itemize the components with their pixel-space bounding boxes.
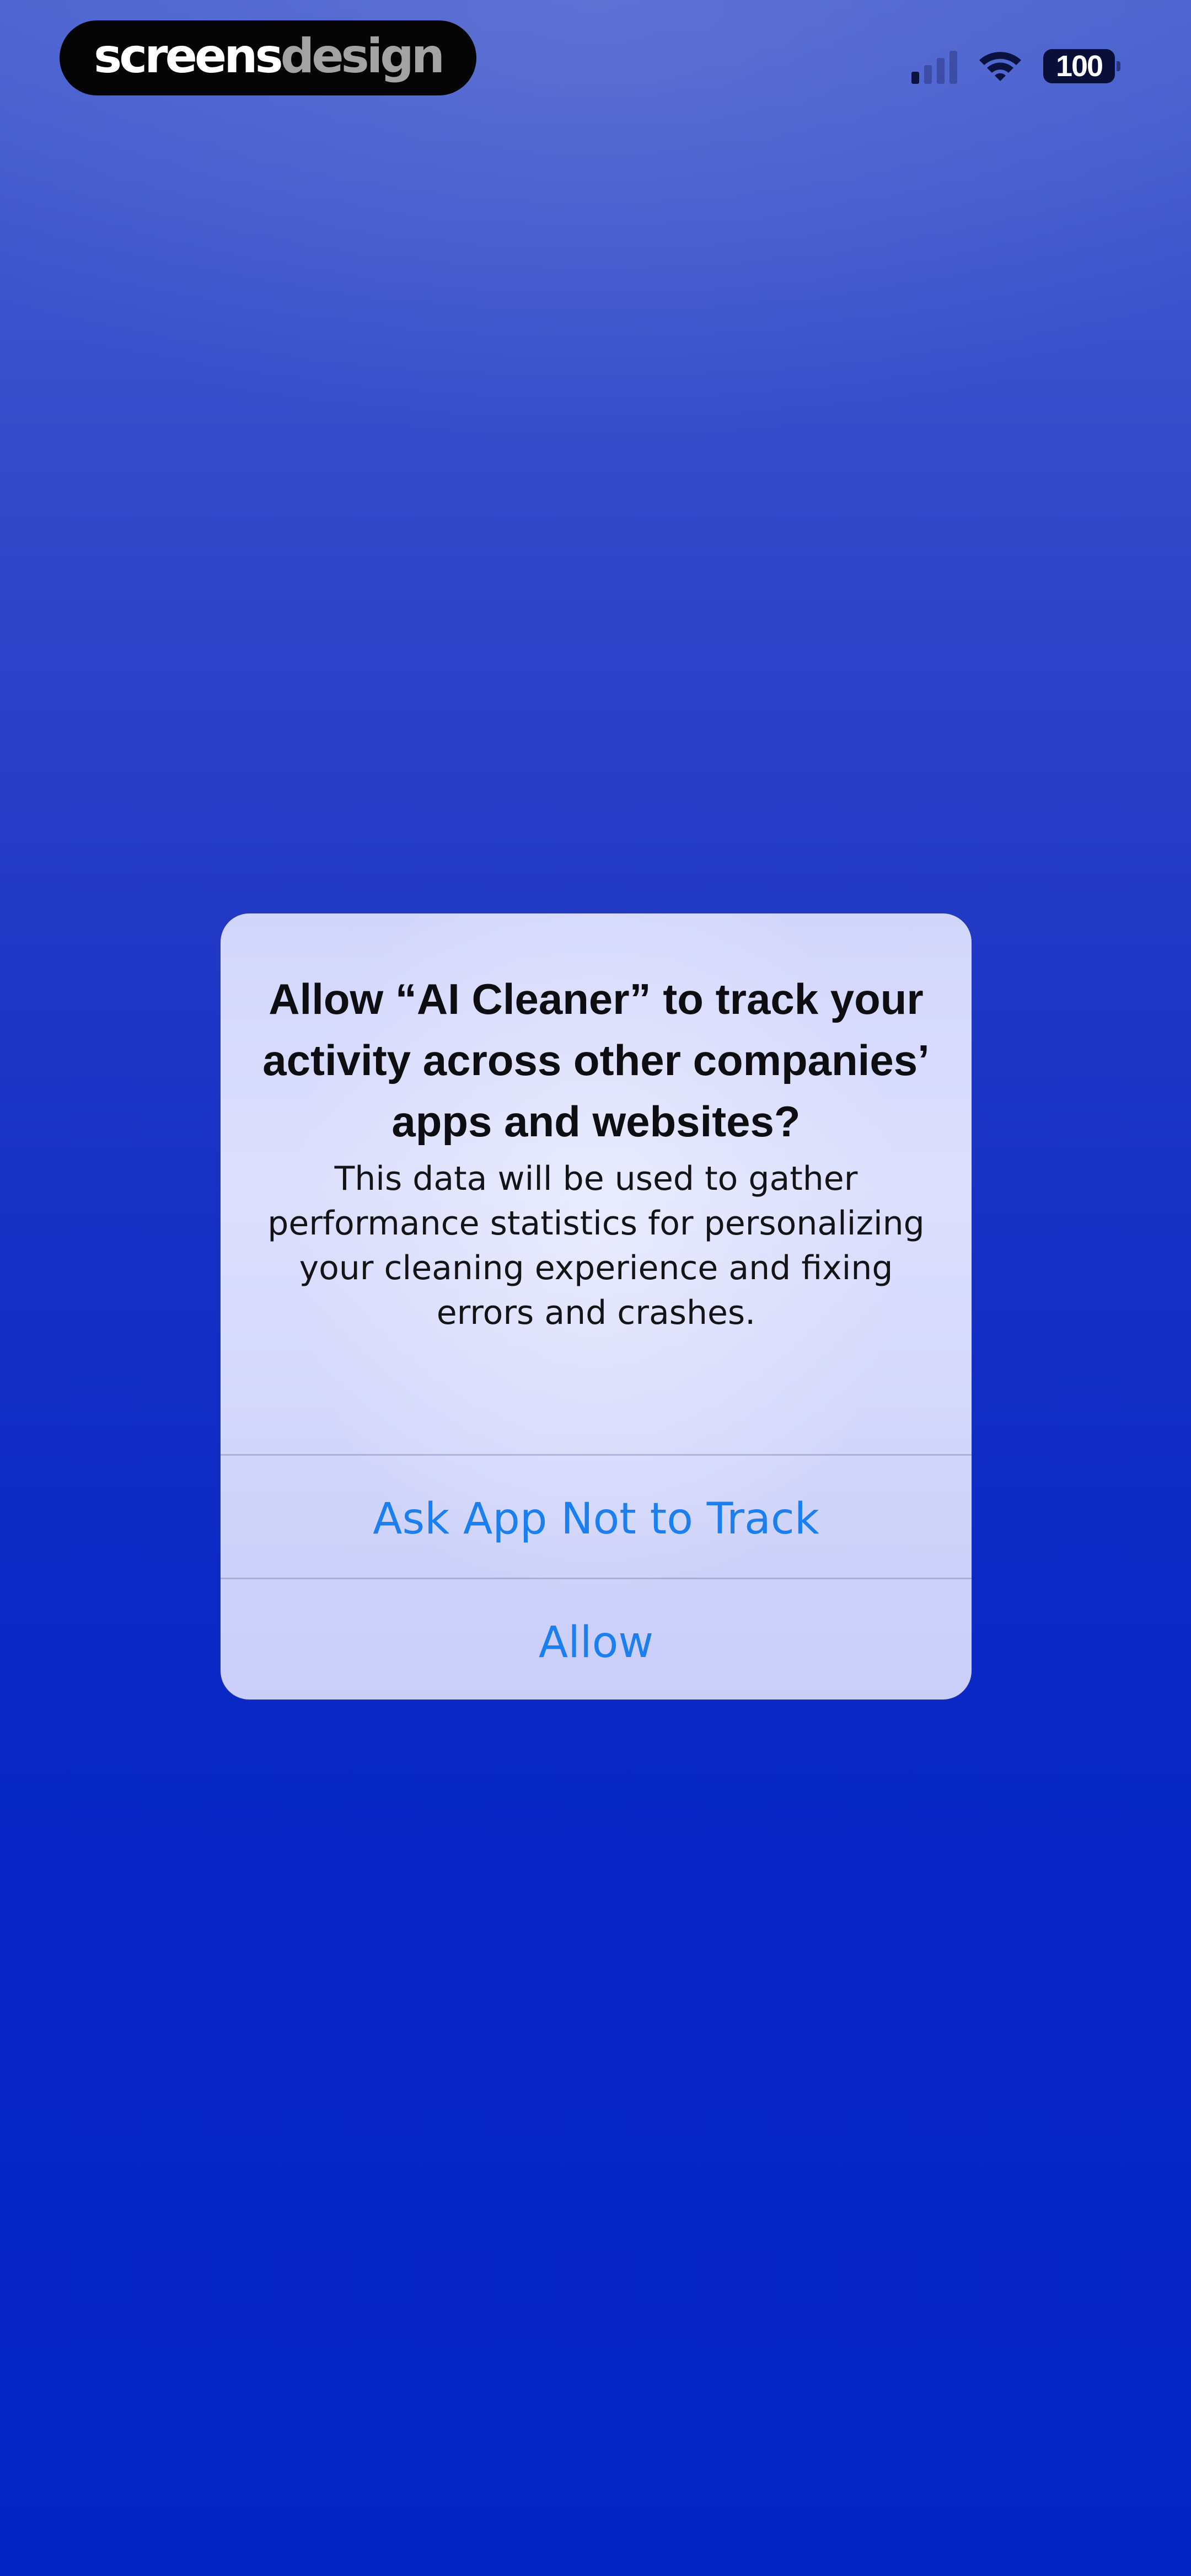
logo-text-screens: screens xyxy=(94,29,283,84)
signal-bar xyxy=(937,58,945,84)
alert-body: Allow “AI Cleaner” to track your activit… xyxy=(221,913,972,1454)
screensdesign-logo: screensdesign xyxy=(60,20,476,95)
signal-bar xyxy=(949,51,957,84)
ask-app-not-to-track-button[interactable]: Ask App Not to Track xyxy=(221,1456,972,1578)
signal-bar xyxy=(911,72,919,84)
battery-icon: 100 xyxy=(1043,49,1120,83)
tracking-permission-alert: Allow “AI Cleaner” to track your activit… xyxy=(221,913,972,1699)
allow-button[interactable]: Allow xyxy=(221,1579,972,1699)
logo-text: screensdesign xyxy=(94,33,445,80)
signal-bar xyxy=(924,65,932,84)
alert-title: Allow “AI Cleaner” to track your activit… xyxy=(262,975,930,1146)
cellular-signal-icon xyxy=(911,49,957,84)
logo-text-design: design xyxy=(280,29,445,84)
allow-label: Allow xyxy=(538,1617,654,1668)
wifi-icon xyxy=(979,52,1021,81)
ask-app-not-to-track-label: Ask App Not to Track xyxy=(373,1494,819,1544)
alert-message: This data will be used to gather perform… xyxy=(267,1159,925,1332)
status-bar: 100 xyxy=(911,44,1120,88)
battery-level: 100 xyxy=(1055,50,1103,83)
